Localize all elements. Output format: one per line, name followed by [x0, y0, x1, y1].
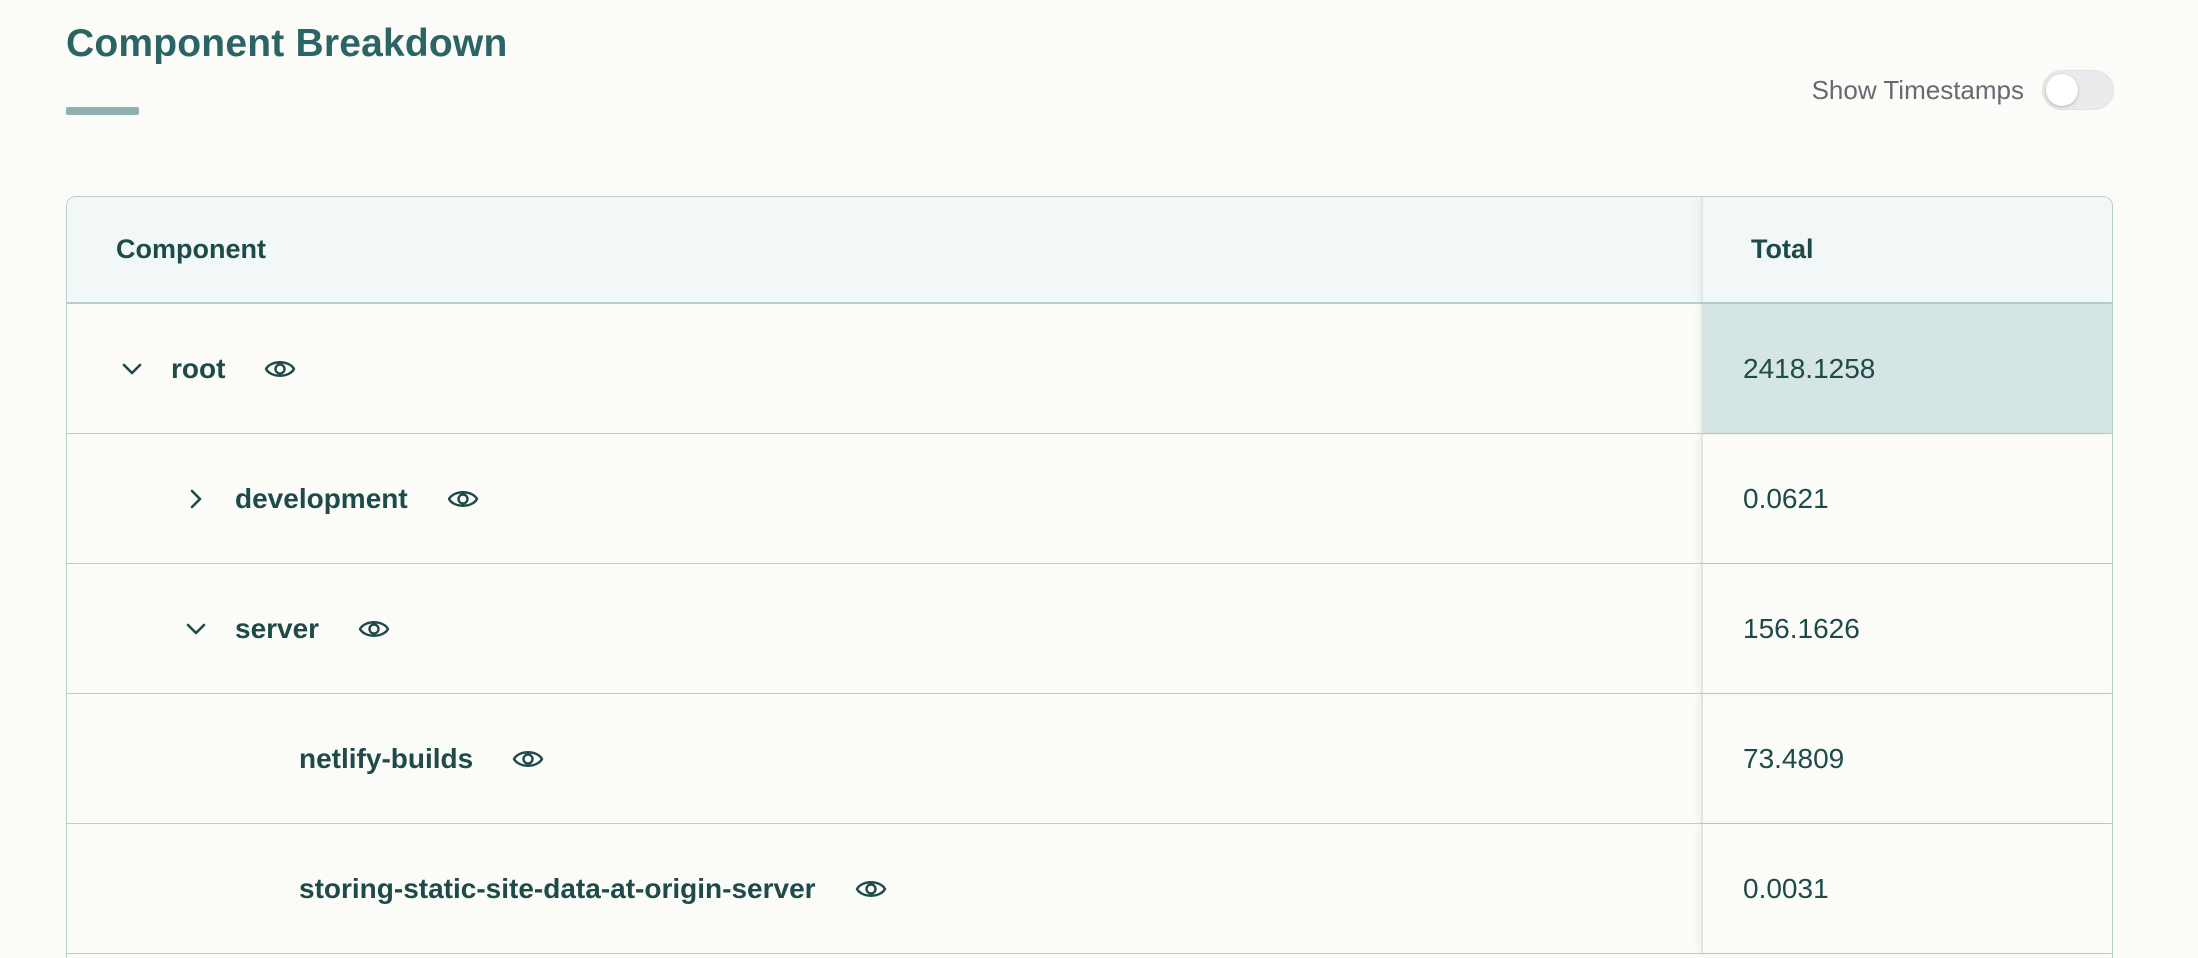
component-cell: development: [67, 434, 1701, 563]
column-header-component[interactable]: Component: [67, 197, 1701, 302]
component-cell: server: [67, 564, 1701, 693]
toggle-knob: [2046, 74, 2078, 106]
component-cell: netlify-builds: [67, 694, 1701, 823]
show-timestamps-control: Show Timestamps: [1812, 70, 2114, 110]
chevron-right-icon[interactable]: [181, 484, 211, 514]
table-row[interactable]: server 156.1626: [67, 564, 2112, 694]
chevron-down-icon[interactable]: [181, 614, 211, 644]
eye-icon[interactable]: [263, 352, 297, 386]
component-name: storing-static-site-data-at-origin-serve…: [299, 872, 816, 904]
total-cell: 2418.1258: [1701, 304, 2112, 433]
total-cell: 0.0031: [1701, 824, 2112, 953]
component-cell: root: [67, 304, 1701, 433]
component-name: development: [235, 482, 408, 514]
show-timestamps-toggle[interactable]: [2042, 70, 2114, 110]
total-cell: 0.0621: [1701, 434, 2112, 563]
eye-icon[interactable]: [357, 612, 391, 646]
table-row[interactable]: netlify-builds 73.4809: [67, 694, 2112, 824]
show-timestamps-label: Show Timestamps: [1811, 74, 2024, 105]
eye-icon[interactable]: [446, 482, 480, 516]
component-table: Component Total root 2418.1258 developme…: [66, 196, 2113, 958]
table-header: Component Total: [67, 197, 2112, 304]
component-name: server: [235, 612, 320, 644]
total-cell: 156.1626: [1701, 564, 2112, 693]
column-header-total[interactable]: Total: [1701, 197, 2112, 302]
component-cell: storing-static-site-data-at-origin-serve…: [67, 824, 1701, 953]
total-cell: 73.4809: [1701, 694, 2112, 823]
chevron-down-icon[interactable]: [117, 354, 147, 384]
table-row[interactable]: development 0.0621: [67, 434, 2112, 564]
title-underline: [66, 107, 139, 115]
eye-icon[interactable]: [854, 872, 888, 906]
eye-icon[interactable]: [511, 742, 545, 776]
page: Component Breakdown Show Timestamps Comp…: [0, 0, 2198, 958]
table-row[interactable]: storing-static-site-data-at-origin-serve…: [67, 824, 2112, 954]
table-row[interactable]: root 2418.1258: [67, 304, 2112, 434]
page-title: Component Breakdown: [66, 22, 508, 65]
component-name: root: [171, 352, 226, 384]
component-name: netlify-builds: [299, 742, 474, 774]
